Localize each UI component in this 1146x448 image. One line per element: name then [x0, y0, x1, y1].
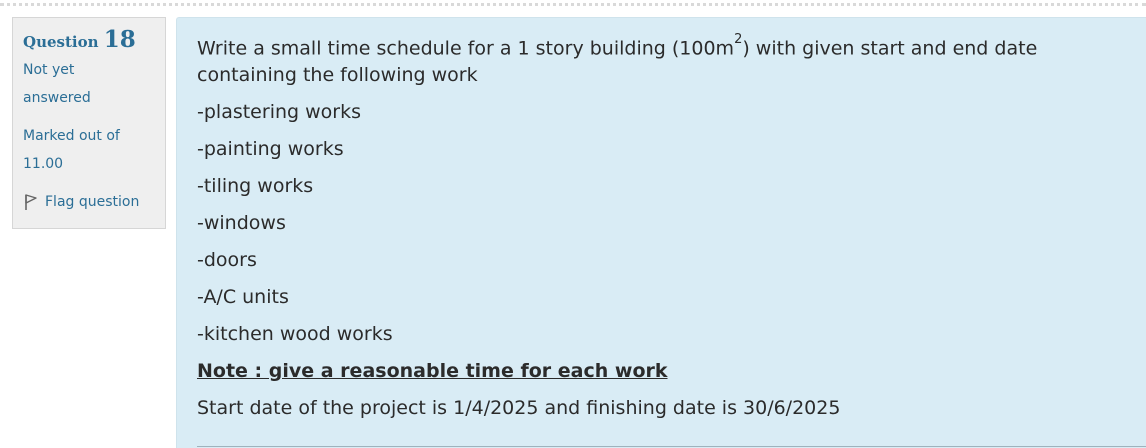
marks-line-1: Marked out of	[23, 128, 120, 144]
work-item-tiling: -tiling works	[197, 175, 314, 198]
status-line-1: Not yet	[23, 62, 75, 78]
work-item-plastering: -plastering works	[197, 101, 361, 124]
question-number: 18	[103, 26, 136, 53]
flag-icon	[25, 194, 37, 210]
marks-info: Marked out of 11.00	[23, 122, 155, 178]
work-item-painting: -painting works	[197, 138, 344, 161]
work-item-doors: -doors	[197, 249, 257, 272]
project-dates: Start date of the project is 1/4/2025 an…	[197, 397, 841, 420]
question-intro-line-2: containing the following work	[197, 64, 478, 87]
question-label: Question	[23, 33, 99, 51]
question-text-panel: Write a small time schedule for a 1 stor…	[176, 17, 1146, 448]
question-info-panel: Question 18 Not yet answered Marked out …	[12, 17, 166, 229]
question-number-heading: Question 18	[23, 26, 155, 54]
answer-status: Not yet answered	[23, 56, 155, 112]
status-line-2: answered	[23, 90, 91, 106]
marks-line-2: 11.00	[23, 156, 64, 172]
answer-divider	[197, 446, 1146, 447]
squared-superscript: 2	[734, 32, 743, 47]
question-note: Note : give a reasonable time for each w…	[197, 360, 668, 383]
work-item-ac-units: -A/C units	[197, 286, 289, 309]
flag-question-button[interactable]: Flag question	[23, 192, 155, 212]
work-item-windows: -windows	[197, 212, 286, 235]
work-item-kitchen-wood: -kitchen wood works	[197, 323, 393, 346]
top-dotted-separator	[0, 3, 1146, 6]
question-intro: Write a small time schedule for a 1 stor…	[197, 30, 1097, 89]
question-intro-part-2: ) with given start and end date	[742, 37, 1038, 60]
question-intro-part-1: Write a small time schedule for a 1 stor…	[197, 37, 735, 60]
flag-question-label: Flag question	[45, 194, 140, 210]
